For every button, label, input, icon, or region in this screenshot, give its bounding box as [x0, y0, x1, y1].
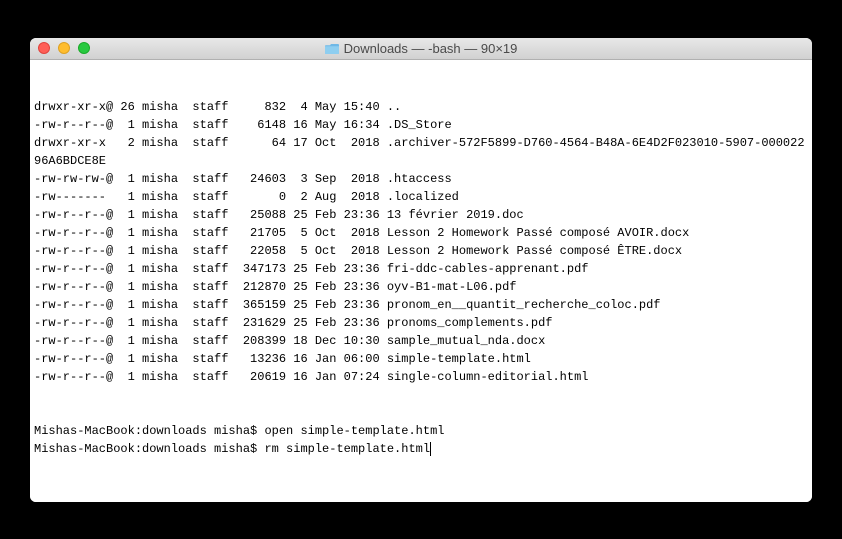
- close-button[interactable]: [38, 42, 50, 54]
- shell-command: rm simple-template.html: [264, 442, 430, 456]
- titlebar[interactable]: Downloads — -bash — 90×19: [30, 38, 812, 60]
- ls-output-line: -rw-r--r--@ 1 misha staff 347173 25 Feb …: [34, 260, 808, 278]
- ls-output-line: -rw------- 1 misha staff 0 2 Aug 2018 .l…: [34, 188, 808, 206]
- maximize-button[interactable]: [78, 42, 90, 54]
- traffic-lights: [30, 42, 90, 54]
- minimize-button[interactable]: [58, 42, 70, 54]
- ls-output-line: drwxr-xr-x@ 26 misha staff 832 4 May 15:…: [34, 98, 808, 116]
- shell-command: open simple-template.html: [264, 424, 444, 438]
- shell-prompt: Mishas-MacBook:downloads misha$: [34, 424, 264, 438]
- ls-output-line: -rw-r--r--@ 1 misha staff 21705 5 Oct 20…: [34, 224, 808, 242]
- ls-output-line: -rw-r--r--@ 1 misha staff 13236 16 Jan 0…: [34, 350, 808, 368]
- ls-output-line: -rw-r--r--@ 1 misha staff 231629 25 Feb …: [34, 314, 808, 332]
- ls-output-line: -rw-r--r--@ 1 misha staff 20619 16 Jan 0…: [34, 368, 808, 386]
- ls-output-line: -rw-r--r--@ 1 misha staff 212870 25 Feb …: [34, 278, 808, 296]
- title-wrap: Downloads — -bash — 90×19: [30, 41, 812, 56]
- ls-output-line: -rw-r--r--@ 1 misha staff 365159 25 Feb …: [34, 296, 808, 314]
- cursor: [430, 442, 431, 456]
- shell-prompt: Mishas-MacBook:downloads misha$: [34, 442, 264, 456]
- folder-icon: [325, 43, 339, 54]
- ls-output-line: -rw-r--r--@ 1 misha staff 208399 18 Dec …: [34, 332, 808, 350]
- window-title: Downloads — -bash — 90×19: [344, 41, 518, 56]
- ls-output-line: -rw-r--r--@ 1 misha staff 6148 16 May 16…: [34, 116, 808, 134]
- ls-output-line: -rw-r--r--@ 1 misha staff 22058 5 Oct 20…: [34, 242, 808, 260]
- ls-output-line: drwxr-xr-x 2 misha staff 64 17 Oct 2018 …: [34, 134, 808, 170]
- ls-output-line: -rw-r--r--@ 1 misha staff 25088 25 Feb 2…: [34, 206, 808, 224]
- prompt-line: Mishas-MacBook:downloads misha$ rm simpl…: [34, 440, 808, 458]
- ls-output-line: -rw-rw-rw-@ 1 misha staff 24603 3 Sep 20…: [34, 170, 808, 188]
- terminal-window: Downloads — -bash — 90×19 drwxr-xr-x@ 26…: [30, 38, 812, 502]
- prompt-line: Mishas-MacBook:downloads misha$ open sim…: [34, 422, 808, 440]
- terminal-body[interactable]: drwxr-xr-x@ 26 misha staff 832 4 May 15:…: [30, 60, 812, 502]
